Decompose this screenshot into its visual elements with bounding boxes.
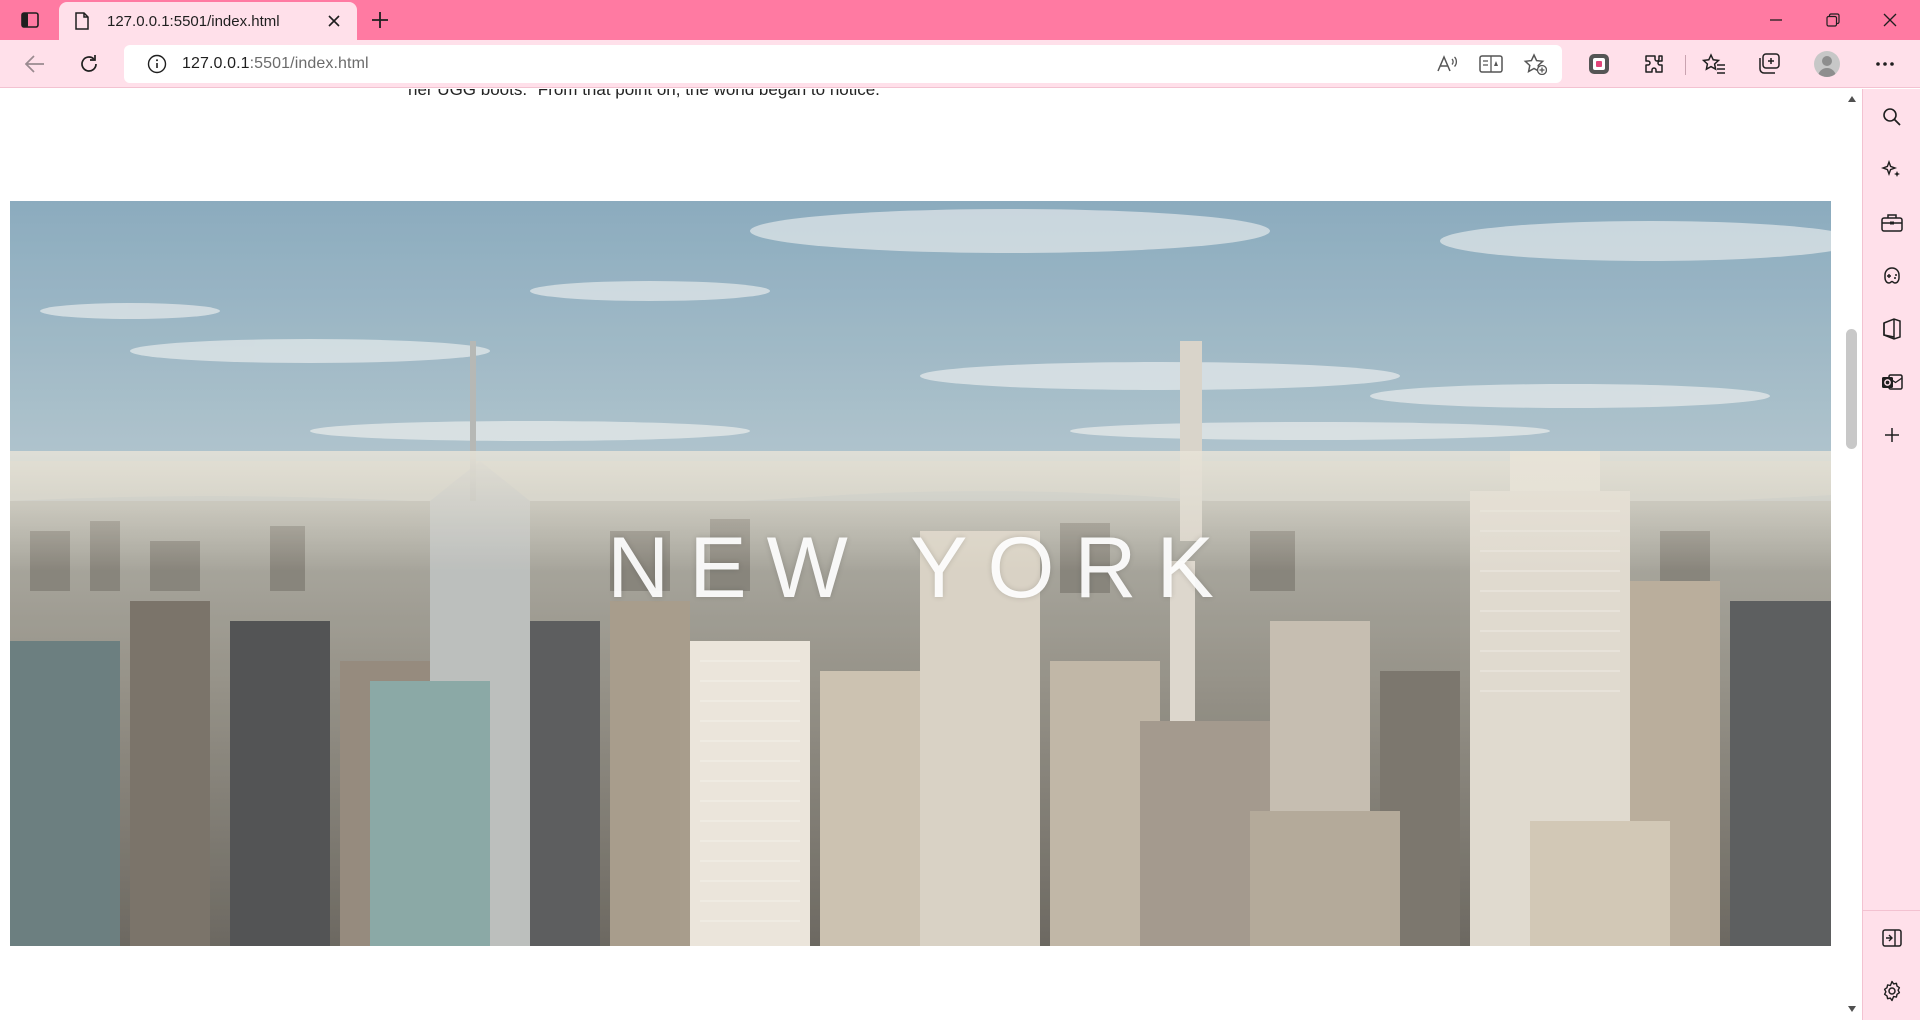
url-text[interactable]: 127.0.0.1:5501/index.html [182,55,369,73]
avatar-head [1822,56,1832,66]
more-icon [1876,62,1894,66]
copilot-icon[interactable] [1878,156,1906,184]
tools-icon[interactable] [1878,209,1906,237]
body-paragraph: her UGG boots." From that point on, the … [408,89,880,99]
close-icon [1883,13,1897,27]
back-button[interactable] [18,48,52,80]
read-aloud-icon[interactable] [1434,52,1460,76]
toolbar-separator [1685,55,1686,75]
title-bar: 127.0.0.1:5501/index.html [0,0,1920,40]
refresh-icon [81,55,97,72]
plus-icon [372,12,388,28]
page-scrollbar[interactable] [1843,89,1861,1020]
browser-toolbar: 127.0.0.1:5501/index.html [0,40,1920,88]
collections-button[interactable] [1752,48,1786,80]
favorites-icon [1702,53,1725,74]
settings-icon[interactable] [1878,977,1906,1005]
restore-icon [1826,13,1840,27]
outlook-icon[interactable] [1878,368,1906,396]
avatar-body [1818,68,1836,77]
minimize-icon [1770,19,1782,21]
profile-icon[interactable] [1814,51,1840,77]
scroll-thumb[interactable] [1846,329,1857,449]
close-window-button[interactable] [1862,0,1918,40]
add-icon[interactable] [1878,421,1906,449]
collections-extension-icon [1589,54,1609,74]
hero-title: NEW YORK [607,520,1234,616]
extensions-button[interactable] [1637,48,1671,80]
restore-button[interactable] [1805,0,1861,40]
edge-sidebar [1862,89,1920,1020]
hide-sidebar-icon[interactable] [1878,924,1906,952]
collections-extension-button[interactable] [1582,48,1616,80]
office-icon[interactable] [1878,315,1906,343]
page-viewport[interactable]: her UGG boots." From that point on, the … [0,89,1844,1020]
scroll-up-icon[interactable] [1847,95,1857,103]
address-bar[interactable]: 127.0.0.1:5501/index.html [124,45,1562,83]
url-path: :5501/index.html [249,55,369,72]
tab-title: 127.0.0.1:5501/index.html [107,12,280,30]
close-tab-icon[interactable] [323,10,345,32]
add-favorite-icon[interactable] [1522,52,1548,76]
games-icon[interactable] [1878,262,1906,290]
collections-icon [1759,53,1780,74]
favorites-button[interactable] [1697,48,1731,80]
scroll-down-icon[interactable] [1847,1005,1857,1013]
extensions-icon [1645,55,1663,73]
page-icon [73,11,91,31]
more-button[interactable] [1868,48,1902,80]
active-tab[interactable]: 127.0.0.1:5501/index.html [59,2,357,40]
back-icon [25,55,44,73]
info-icon[interactable] [146,53,168,75]
sidebar-toggle-icon[interactable] [16,8,44,32]
url-host: 127.0.0.1 [182,55,250,72]
sidebar-separator [1863,910,1920,911]
search-icon[interactable] [1878,103,1906,131]
refresh-button[interactable] [72,48,106,80]
minimize-button[interactable] [1748,0,1804,40]
immersive-reader-icon[interactable] [1478,52,1504,76]
hero-banner: NEW YORK [10,201,1831,946]
new-tab-button[interactable] [366,6,394,34]
